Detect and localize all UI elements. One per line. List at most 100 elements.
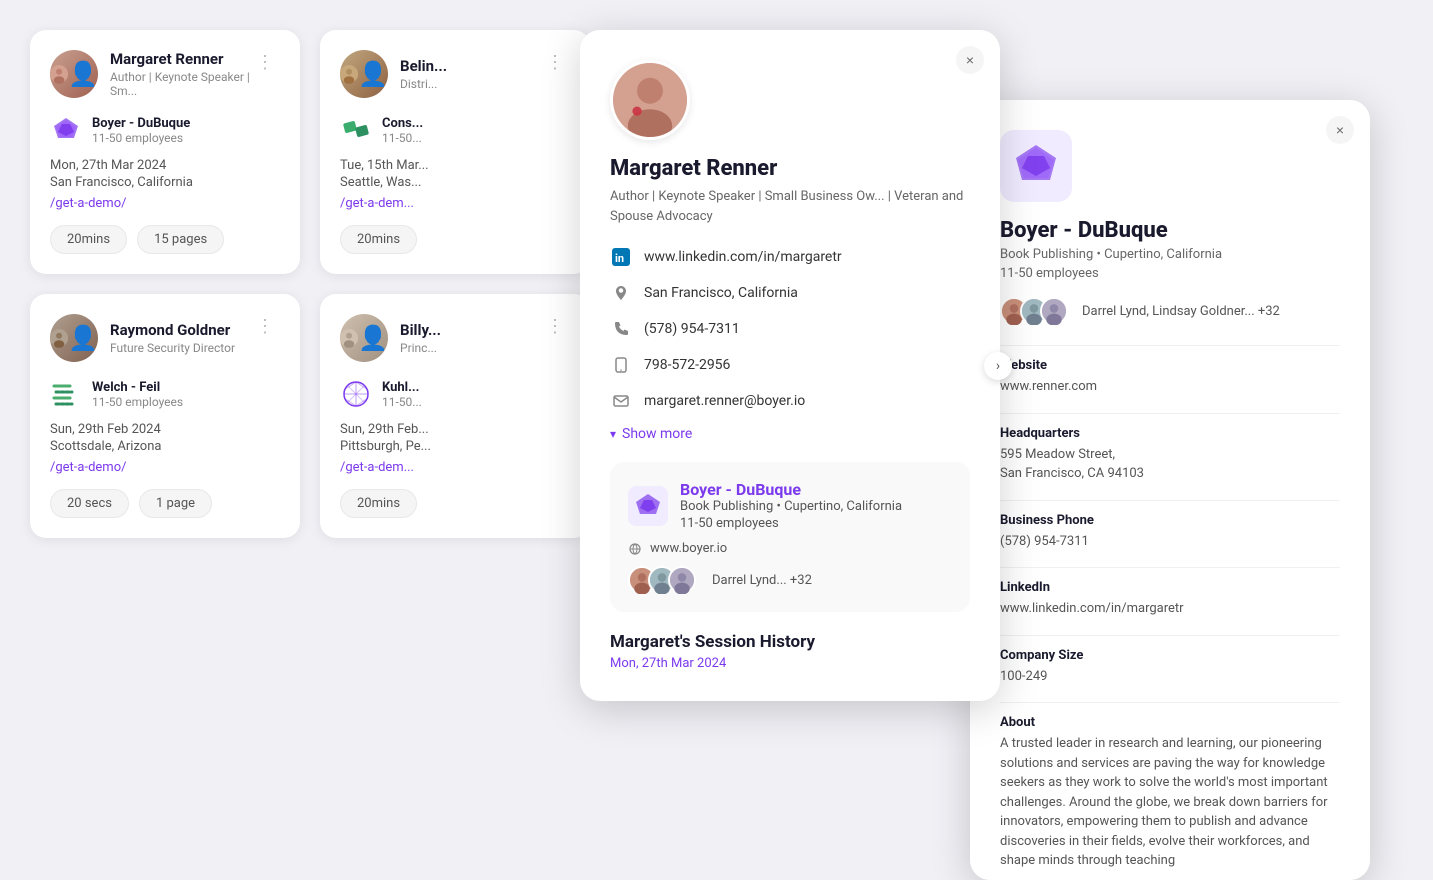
- popup-company-text: Boyer - DuBuque Book Publishing • Cupert…: [680, 480, 902, 531]
- popup-company-logo: [628, 486, 668, 526]
- website-label: Website: [1000, 358, 1340, 373]
- show-more-row[interactable]: ▾ Show more: [610, 426, 970, 442]
- contact-avatars: [628, 566, 688, 594]
- company-detail-size: 11-50 employees: [1000, 266, 1340, 281]
- popup-company-contacts: Darrel Lynd... +32: [628, 566, 952, 594]
- email-icon: [610, 390, 632, 412]
- billy-company-size: 11-50...: [382, 395, 422, 409]
- date-location-belin: Tue, 15th Mar... Seattle, Was... /get-a-…: [340, 158, 570, 211]
- billy-name: Billy...: [400, 321, 441, 339]
- mobile-row: 798-572-2956: [610, 354, 970, 376]
- person-popup-close[interactable]: ×: [956, 46, 984, 74]
- raymond-name: Raymond Goldner: [110, 321, 235, 339]
- website-value: www.renner.com: [1000, 377, 1340, 397]
- linkedin-detail-value: www.linkedin.com/in/margaretr: [1000, 599, 1340, 619]
- card-footer-raymond: 20 secs 1 page: [50, 489, 280, 518]
- company-size: 11-50 employees: [92, 131, 190, 145]
- divider-3: [1000, 500, 1340, 501]
- website-section: Website www.renner.com: [1000, 358, 1340, 397]
- card-margaret[interactable]: Margaret Renner Author | Keynote Speaker…: [30, 30, 300, 274]
- company-nav-arrow[interactable]: ›: [984, 352, 1012, 380]
- raymond-company-size: 11-50 employees: [92, 395, 183, 409]
- company-info-belin: Cons... 11-50...: [382, 116, 423, 145]
- card-person-info-raymond: Raymond Goldner Future Security Director: [110, 321, 235, 355]
- card-menu-dots[interactable]: ⋮: [250, 50, 280, 75]
- card-belin-menu[interactable]: ⋮: [540, 50, 570, 75]
- svg-text:in: in: [615, 252, 624, 265]
- card-raymond[interactable]: Raymond Goldner Future Security Director…: [30, 294, 300, 538]
- company-logo-belin: [340, 114, 372, 146]
- phone-icon: [610, 318, 632, 340]
- raymond-link[interactable]: /get-a-demo/: [50, 460, 126, 475]
- card-belin[interactable]: Belin... Distri... ⋮ Cons... 11-50... Tu…: [320, 30, 590, 274]
- company-popup-close[interactable]: ×: [1326, 116, 1354, 144]
- belin-link[interactable]: /get-a-dem...: [340, 196, 414, 211]
- raymond-title: Future Security Director: [110, 341, 235, 355]
- show-more-label: Show more: [622, 426, 692, 442]
- date-location: Mon, 27th Mar 2024 San Francisco, Califo…: [50, 158, 280, 211]
- card-person: Margaret Renner Author | Keynote Speaker…: [50, 50, 250, 98]
- email-value: margaret.renner@boyer.io: [644, 393, 805, 409]
- business-phone-label: Business Phone: [1000, 513, 1340, 528]
- card-footer: 20mins 15 pages: [50, 225, 280, 254]
- raymond-menu[interactable]: ⋮: [250, 314, 280, 339]
- card-billy[interactable]: Billy... Princ... ⋮: [320, 294, 590, 538]
- popup-company-desc: Book Publishing • Cupertino, California: [680, 499, 902, 514]
- belin-duration: 20mins: [340, 225, 417, 254]
- billy-menu[interactable]: ⋮: [540, 314, 570, 339]
- about-value: A trusted leader in research and learnin…: [1000, 734, 1340, 871]
- visit-location: San Francisco, California: [50, 175, 280, 190]
- billy-link[interactable]: /get-a-dem...: [340, 460, 414, 475]
- contacts-label: Darrel Lynd... +32: [712, 573, 812, 588]
- divider-2: [1000, 413, 1340, 414]
- person-popup-name: Margaret Renner: [610, 156, 970, 181]
- business-phone-value: (578) 954-7311: [1000, 532, 1340, 552]
- business-phone-section: Business Phone (578) 954-7311: [1000, 513, 1340, 552]
- billy-title: Princ...: [400, 341, 441, 355]
- person-popup: × Margaret Renner Author | Keynote Speak…: [580, 30, 1000, 701]
- session-history: Margaret's Session History Mon, 27th Mar…: [610, 632, 970, 671]
- card-person-billy: Billy... Princ...: [340, 314, 441, 362]
- company-name: Boyer - DuBuque: [92, 116, 190, 131]
- billy-company: Kuhl...: [382, 380, 422, 395]
- date-location-billy: Sun, 29th Feb... Pittsburgh, Pe... /get-…: [340, 422, 570, 475]
- card-footer-belin: 20mins: [340, 225, 570, 254]
- card-person-name: Margaret Renner: [110, 50, 250, 68]
- company-detail-sub: Book Publishing • Cupertino, California: [1000, 247, 1340, 262]
- company-row-billy: Kuhl... 11-50...: [340, 378, 570, 410]
- divider-4: [1000, 567, 1340, 568]
- company-info-billy: Kuhl... 11-50...: [382, 380, 422, 409]
- date-location-raymond: Sun, 29th Feb 2024 Scottsdale, Arizona /…: [50, 422, 280, 475]
- card-header-raymond: Raymond Goldner Future Security Director…: [50, 314, 280, 362]
- avatar-margaret: [50, 50, 98, 98]
- popup-company-name[interactable]: Boyer - DuBuque: [680, 480, 902, 499]
- person-company-card[interactable]: Boyer - DuBuque Book Publishing • Cupert…: [610, 462, 970, 612]
- company-avatar-3: [1040, 297, 1068, 325]
- avatar-billy: [340, 314, 388, 362]
- headquarters-label: Headquarters: [1000, 426, 1340, 441]
- belin-date: Tue, 15th Mar...: [340, 158, 570, 173]
- raymond-company: Welch - Feil: [92, 380, 183, 395]
- company-size-detail-value: 100-249: [1000, 667, 1340, 687]
- card-header-billy: Billy... Princ... ⋮: [340, 314, 570, 362]
- headquarters-section: Headquarters 595 Meadow Street,San Franc…: [1000, 426, 1340, 484]
- belin-company-size: 11-50...: [382, 131, 423, 145]
- card-person-title: Author | Keynote Speaker | Sm...: [110, 70, 250, 98]
- card-person-info: Margaret Renner Author | Keynote Speaker…: [110, 50, 250, 98]
- company-info-raymond: Welch - Feil 11-50 employees: [92, 380, 183, 409]
- company-logo-large: [1000, 130, 1072, 202]
- card-person-info-belin: Belin... Distri...: [400, 57, 447, 91]
- mobile-value: 798-572-2956: [644, 357, 730, 373]
- location-icon: [610, 282, 632, 304]
- company-detail-avatars: [1000, 297, 1060, 325]
- popup-company-employees: 11-50 employees: [680, 516, 902, 531]
- person-popup-avatar: [610, 60, 690, 140]
- cards-grid: Margaret Renner Author | Keynote Speaker…: [30, 30, 590, 538]
- visit-link[interactable]: /get-a-demo/: [50, 196, 126, 211]
- company-logo-raymond: [50, 378, 82, 410]
- phone-value: (578) 954-7311: [644, 321, 740, 337]
- phone-row: (578) 954-7311: [610, 318, 970, 340]
- company-contacts-label: Darrel Lynd, Lindsay Goldner... +32: [1082, 304, 1280, 319]
- session-title: Margaret's Session History: [610, 632, 970, 652]
- card-person-raymond: Raymond Goldner Future Security Director: [50, 314, 235, 362]
